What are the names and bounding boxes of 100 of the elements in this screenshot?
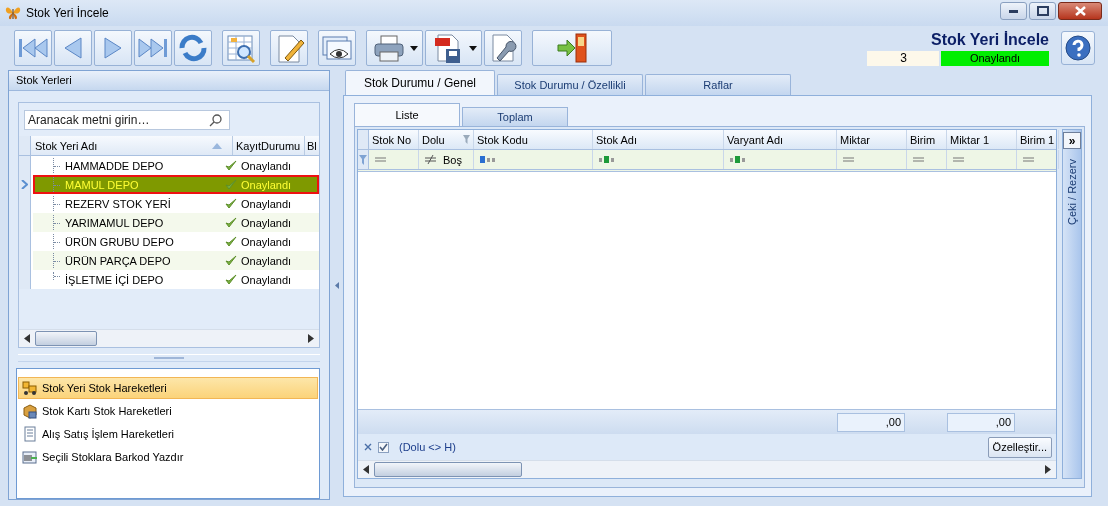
first-button[interactable] <box>14 30 52 66</box>
tree-row[interactable]: HAMMADDE DEPO Onaylandı <box>33 156 319 175</box>
tree-row[interactable]: İŞLETME İÇİ DEPO Onaylandı <box>33 270 319 289</box>
tab[interactable]: Raflar <box>645 74 791 95</box>
filter-checkbox[interactable] <box>378 441 389 453</box>
column-header[interactable]: Miktar <box>837 130 907 149</box>
status-label: Onaylandı <box>941 50 1049 66</box>
panel-title: Stok Yerleri <box>9 71 329 91</box>
window-title: Stok Yeri İncele <box>26 6 109 20</box>
close-button[interactable] <box>1058 2 1102 20</box>
edit-button[interactable] <box>270 30 308 66</box>
status-text: Onaylandı <box>241 178 292 191</box>
action-item[interactable]: Alış Satış İşlem Hareketleri <box>18 422 318 445</box>
tree-node-label: YARIMAMUL DEPO <box>65 216 164 229</box>
print-button[interactable] <box>366 30 423 66</box>
row-indicator[interactable] <box>19 156 31 175</box>
tree-node-label: İŞLETME İÇİ DEPO <box>65 273 164 286</box>
tree-node-label: HAMMADDE DEPO <box>65 159 164 172</box>
column-header[interactable]: Miktar 1 <box>947 130 1017 149</box>
column-header[interactable]: Stok Yeri Adı <box>31 136 233 155</box>
action-item[interactable]: Seçili Stoklara Barkod Yazdır <box>18 445 318 468</box>
pdf-button[interactable] <box>425 30 482 66</box>
tools-button[interactable] <box>484 30 522 66</box>
scroll-right-icon <box>308 333 314 343</box>
customize-button[interactable]: Özelleştir... <box>987 436 1052 458</box>
tab[interactable]: Stok Durumu / Özellikli <box>497 74 643 95</box>
action-item[interactable]: Stok Yeri Stok Hareketleri <box>18 376 318 399</box>
equals-icon <box>1023 157 1034 162</box>
tree-row[interactable]: ÜRÜN PARÇA DEPO Onaylandı <box>33 251 319 270</box>
refresh-button[interactable] <box>174 30 212 66</box>
column-header[interactable]: Bl <box>305 136 319 155</box>
tree-node-label: ÜRÜN PARÇA DEPO <box>65 254 171 267</box>
action-item[interactable]: Stok Kartı Stok Hareketleri <box>18 399 318 422</box>
form-title: Stok Yeri İncele <box>931 30 1049 49</box>
check-icon <box>225 198 237 209</box>
filter-cell[interactable]: Boş <box>419 150 474 169</box>
status-text: Onaylandı <box>241 216 292 229</box>
column-header[interactable]: Varyant Adı <box>724 130 837 149</box>
equals-icon <box>843 157 854 162</box>
preview-button[interactable] <box>318 30 356 66</box>
clear-filter-icon[interactable] <box>364 443 372 451</box>
maximize-button[interactable] <box>1029 2 1056 20</box>
scroll-left-icon <box>24 333 30 343</box>
check-icon <box>225 274 237 285</box>
expand-button[interactable]: » <box>1063 132 1081 149</box>
text-filter-icon <box>599 156 615 163</box>
caret-icon <box>469 45 477 51</box>
minimize-button[interactable] <box>1000 2 1027 20</box>
column-header[interactable]: Dolu <box>419 130 474 149</box>
help-icon <box>1065 35 1091 61</box>
status-text: Onaylandı <box>241 273 292 286</box>
exit-button[interactable] <box>532 30 612 66</box>
tab[interactable]: Stok Durumu / Genel <box>345 70 495 95</box>
forklift-icon <box>22 379 38 396</box>
check-icon <box>379 443 388 451</box>
tab[interactable]: Toplam <box>462 107 568 126</box>
tree-row[interactable]: ÜRÜN GRUBU DEPO Onaylandı <box>33 232 319 251</box>
status-text: Onaylandı <box>241 254 292 267</box>
status-text: Onaylandı <box>241 159 292 172</box>
column-header[interactable]: Birim 1 <box>1017 130 1059 149</box>
column-header[interactable]: Stok No <box>369 130 419 149</box>
previous-button[interactable] <box>54 30 92 66</box>
column-header[interactable]: KayıtDurumu <box>233 136 305 155</box>
last-button[interactable] <box>134 30 172 66</box>
scroll-thumb[interactable] <box>374 462 522 477</box>
check-icon <box>225 217 237 228</box>
caret-icon <box>410 45 418 51</box>
tab[interactable]: Liste <box>354 103 460 126</box>
panel-title[interactable]: Çeki / Rezerv <box>1066 159 1078 226</box>
status-text: Onaylandı <box>241 235 292 248</box>
horizontal-scrollbar[interactable] <box>19 328 319 347</box>
check-icon <box>225 160 237 171</box>
equals-icon <box>913 157 924 162</box>
filter-icon <box>359 154 367 165</box>
tree-row[interactable]: YARIMAMUL DEPO Onaylandı <box>33 213 319 232</box>
filter-icon <box>463 135 470 144</box>
help-button[interactable] <box>1061 31 1095 65</box>
tree-node-label: REZERV STOK YERİ <box>65 197 171 210</box>
search-button[interactable] <box>222 30 260 66</box>
boxes-icon <box>22 402 38 419</box>
filter-text[interactable]: (Dolu <> H) <box>399 441 456 453</box>
next-button[interactable] <box>94 30 132 66</box>
check-icon <box>225 255 237 266</box>
horizontal-scrollbar[interactable] <box>358 460 1056 478</box>
door-arrow-icon <box>554 32 590 64</box>
not-equal-icon <box>425 155 436 164</box>
printer-icon <box>371 32 407 64</box>
column-header[interactable]: Stok Adı <box>593 130 724 149</box>
scroll-thumb[interactable] <box>35 330 97 346</box>
tree-row[interactable]: REZERV STOK YERİ Onaylandı <box>33 194 319 213</box>
column-header[interactable]: Birim <box>907 130 947 149</box>
column-header[interactable]: Stok Kodu <box>474 130 593 149</box>
scroll-right-icon <box>1045 465 1051 474</box>
check-icon <box>225 179 237 190</box>
check-icon <box>225 236 237 247</box>
minimize-icon <box>1009 9 1018 13</box>
tree-node-label: ÜRÜN GRUBU DEPO <box>65 235 174 248</box>
search-field[interactable]: Aranacak metni girin… <box>24 110 230 130</box>
text-filter-icon <box>480 156 496 163</box>
butterfly-icon <box>5 5 21 21</box>
